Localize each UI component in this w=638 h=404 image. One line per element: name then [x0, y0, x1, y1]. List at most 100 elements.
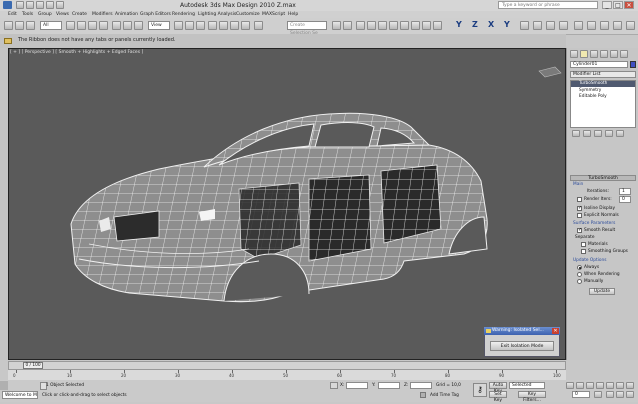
- bind-space-warp-icon[interactable]: [26, 21, 35, 30]
- goto-end-icon[interactable]: [606, 382, 614, 389]
- ribbon-toggle-icon[interactable]: [4, 38, 12, 44]
- perspective-viewport[interactable]: [8, 48, 566, 360]
- remove-modifier-icon[interactable]: [605, 130, 613, 137]
- create-tab-icon[interactable]: [570, 50, 578, 58]
- unlink-icon[interactable]: [15, 21, 24, 30]
- axis-constraint-x[interactable]: X: [488, 20, 494, 29]
- edit-named-selection-icon[interactable]: [254, 21, 263, 30]
- menu-edit[interactable]: Edit: [8, 11, 17, 18]
- time-slider-thumb[interactable]: 0 / 100: [23, 362, 43, 369]
- graphite-toggle-icon[interactable]: [367, 21, 376, 30]
- undo-icon[interactable]: [46, 1, 54, 9]
- maximize-viewport-icon[interactable]: [626, 382, 634, 389]
- select-manipulate-icon[interactable]: [185, 21, 194, 30]
- utilities-tab-icon[interactable]: [620, 50, 628, 58]
- update-when-rendering-radio[interactable]: [577, 272, 582, 277]
- rotate-icon[interactable]: [123, 21, 132, 30]
- mirror-icon[interactable]: [332, 21, 341, 30]
- key-filters-button[interactable]: Key Filters...: [518, 391, 546, 403]
- previous-frame-icon[interactable]: [576, 382, 584, 389]
- modifier-list-dropdown[interactable]: Modifier List: [570, 71, 636, 78]
- brazil-icon[interactable]: [587, 21, 596, 30]
- schematic-view-icon[interactable]: [389, 21, 398, 30]
- select-object-icon[interactable]: [66, 21, 75, 30]
- time-configuration-icon[interactable]: [594, 391, 602, 398]
- pin-stack-icon[interactable]: [572, 130, 580, 137]
- window-crossing-icon[interactable]: [99, 21, 108, 30]
- selection-filter-dropdown[interactable]: All: [40, 21, 62, 30]
- menu-graph-editors[interactable]: Graph Editors: [140, 11, 171, 18]
- new-file-icon[interactable]: [16, 1, 24, 9]
- menu-views[interactable]: Views: [56, 11, 69, 18]
- menu-help[interactable]: Help: [288, 11, 298, 18]
- select-by-name-icon[interactable]: [77, 21, 86, 30]
- layer-manager-icon[interactable]: [356, 21, 365, 30]
- keyboard-shortcut-icon[interactable]: [196, 21, 205, 30]
- show-end-result-icon[interactable]: [583, 130, 591, 137]
- x-coord-field[interactable]: [346, 382, 368, 389]
- more-tools-icon[interactable]: [626, 21, 635, 30]
- iterations-spinner[interactable]: 1: [619, 188, 631, 195]
- set-key-button[interactable]: Set Key: [489, 391, 507, 403]
- viewport-label[interactable]: [ + ] [ Perspective ] [ Smooth + Highlig…: [10, 50, 143, 55]
- absolute-mode-icon[interactable]: [330, 382, 338, 389]
- angle-snap-icon[interactable]: [219, 21, 228, 30]
- materials-checkbox[interactable]: [581, 242, 586, 247]
- render-iters-checkbox[interactable]: [577, 197, 582, 202]
- dialog-title[interactable]: Warning: Isolated Sel...: [484, 327, 560, 335]
- exit-isolation-mode-button[interactable]: Exit Isolation Mode: [490, 341, 554, 351]
- render-setup-icon[interactable]: [411, 21, 420, 30]
- region-select-icon[interactable]: [88, 21, 97, 30]
- set-key-icon[interactable]: ⚷: [473, 383, 487, 397]
- maxscript-mini-listener[interactable]: Welcome to M: [2, 391, 38, 399]
- open-file-icon[interactable]: [26, 1, 34, 9]
- plane-constraint-icon[interactable]: [520, 21, 529, 30]
- make-unique-icon[interactable]: [594, 130, 602, 137]
- menu-customize[interactable]: Customize: [236, 11, 260, 18]
- app-logo-icon[interactable]: [3, 1, 12, 9]
- turbosmooth-rollout-header[interactable]: TurboSmooth: [570, 175, 636, 181]
- axis-constraint-xy[interactable]: Y: [504, 20, 510, 29]
- edit-icon[interactable]: [600, 21, 609, 30]
- menu-modifiers[interactable]: Modifiers: [92, 11, 113, 18]
- isoline-display-checkbox[interactable]: [577, 205, 582, 211]
- spinner-snap-icon[interactable]: [241, 21, 250, 30]
- material-editor-icon[interactable]: [400, 21, 409, 30]
- y-coord-field[interactable]: [378, 382, 400, 389]
- menu-create[interactable]: Create: [72, 11, 87, 18]
- configure-modifier-sets-icon[interactable]: [616, 130, 624, 137]
- hierarchy-tab-icon[interactable]: [590, 50, 598, 58]
- zoom-extents-icon[interactable]: [616, 382, 624, 389]
- orbit-icon[interactable]: [626, 391, 634, 398]
- percent-snap-icon[interactable]: [230, 21, 239, 30]
- close-button[interactable]: ✕: [624, 1, 634, 9]
- render-production-icon[interactable]: [433, 21, 442, 30]
- current-frame-field[interactable]: 0: [572, 391, 590, 398]
- menu-lighting-analysis[interactable]: Lighting Analysis: [198, 11, 236, 18]
- align-icon[interactable]: [343, 21, 352, 30]
- search-input[interactable]: Type a keyword or phrase: [498, 1, 598, 9]
- menu-rendering[interactable]: Rendering: [172, 11, 195, 18]
- time-slider[interactable]: 0 / 100: [8, 361, 566, 370]
- modify-tab-icon[interactable]: [580, 50, 588, 58]
- stack-item-editable-poly[interactable]: Editable Poly: [579, 94, 607, 100]
- update-manually-radio[interactable]: [577, 279, 582, 284]
- render-type-icon[interactable]: [574, 21, 583, 30]
- dialog-close-icon[interactable]: ✕: [552, 328, 559, 334]
- tool-icon[interactable]: [613, 21, 622, 30]
- axis-xz-icon[interactable]: [559, 21, 568, 30]
- scale-constraint-icon[interactable]: [533, 21, 542, 30]
- axis-constraint-y[interactable]: Y: [456, 20, 462, 29]
- named-selection-set-input[interactable]: Create Selection Se: [287, 21, 327, 36]
- next-frame-icon[interactable]: [596, 382, 604, 389]
- redo-icon[interactable]: [56, 1, 64, 9]
- scale-icon[interactable]: [134, 21, 143, 30]
- goto-start-icon[interactable]: [566, 382, 574, 389]
- link-icon[interactable]: [4, 21, 13, 30]
- explicit-normals-checkbox[interactable]: [577, 213, 582, 218]
- display-tab-icon[interactable]: [610, 50, 618, 58]
- play-icon[interactable]: [586, 382, 594, 389]
- motion-tab-icon[interactable]: [600, 50, 608, 58]
- save-file-icon[interactable]: [36, 1, 44, 9]
- pan-view-icon[interactable]: [616, 391, 624, 398]
